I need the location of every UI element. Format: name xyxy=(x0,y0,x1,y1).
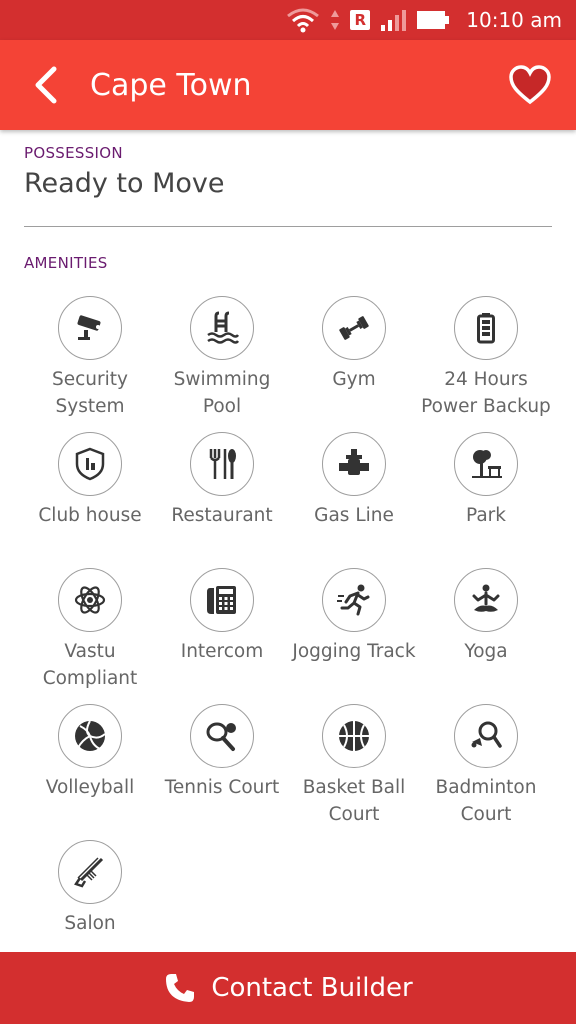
roaming-badge: R xyxy=(350,10,371,30)
amenity-icon-circle xyxy=(58,840,122,904)
cctv-icon xyxy=(77,315,101,340)
amenity-label: Gym xyxy=(332,369,376,390)
basketball-icon xyxy=(339,721,369,751)
amenity-icon-circle xyxy=(190,704,254,768)
amenity-jogging-track[interactable]: Jogging Track xyxy=(288,568,420,665)
amenity-intercom[interactable]: Intercom xyxy=(156,568,288,665)
status-bar: R 10:10 am xyxy=(0,0,576,40)
amenity-icon-circle xyxy=(190,432,254,496)
atom-icon xyxy=(74,586,106,614)
intercom-phone-icon xyxy=(207,586,236,614)
possession-value: Ready to Move xyxy=(24,168,225,199)
heart-icon xyxy=(509,65,551,105)
tennis-icon xyxy=(206,722,236,751)
contact-builder-button[interactable]: Contact Builder xyxy=(0,952,576,1024)
amenity-label: Restaurant xyxy=(171,505,273,526)
amenity-restaurant[interactable]: Restaurant xyxy=(156,432,288,529)
back-arrow-icon xyxy=(35,66,57,104)
amenity-volleyball[interactable]: Volleyball xyxy=(24,704,156,801)
amenity-swimming-pool[interactable]: Swimming Pool xyxy=(156,296,288,420)
battery-status-icon xyxy=(416,10,450,30)
amenity-icon-circle xyxy=(322,704,386,768)
back-button[interactable] xyxy=(10,40,80,130)
contact-builder-label: Contact Builder xyxy=(211,973,413,1003)
amenity-badminton-court[interactable]: Badminton Court xyxy=(420,704,552,828)
amenity-salon[interactable]: Salon xyxy=(24,840,156,937)
details-content[interactable]: POSSESSION Ready to Move AMENITIES Secur… xyxy=(0,130,576,952)
amenity-icon-circle xyxy=(322,296,386,360)
amenity-park[interactable]: Park xyxy=(420,432,552,529)
amenity-gym[interactable]: Gym xyxy=(288,296,420,393)
amenity-label: Yoga xyxy=(464,641,508,662)
amenity-label: Volleyball xyxy=(45,777,135,798)
amenities-label: AMENITIES xyxy=(24,254,108,272)
amenity-icon-circle xyxy=(322,568,386,632)
amenity-icon-circle xyxy=(454,432,518,496)
amenity-icon-circle xyxy=(58,568,122,632)
amenity-vastu-compliant[interactable]: Vastu Compliant xyxy=(24,568,156,692)
status-time: 10:10 am xyxy=(466,8,562,32)
amenity-label: Basket Ball Court xyxy=(302,777,406,825)
swimming-pool-icon xyxy=(207,311,240,344)
yoga-icon xyxy=(472,584,500,612)
page-title: Cape Town xyxy=(90,67,252,103)
amenity-icon-circle xyxy=(58,704,122,768)
runner-icon xyxy=(337,584,370,616)
salon-icon xyxy=(74,857,104,888)
fork-knife-icon xyxy=(209,449,236,479)
amenity-label: Club house xyxy=(38,505,142,526)
amenity-icon-circle xyxy=(190,296,254,360)
amenity-label: Jogging Track xyxy=(292,641,416,662)
amenity-icon-circle xyxy=(58,296,122,360)
divider xyxy=(24,226,552,227)
amenity-label: Gas Line xyxy=(314,505,394,526)
amenity-label: Tennis Court xyxy=(164,777,280,798)
amenity-label: Park xyxy=(466,505,506,526)
amenity-icon-circle xyxy=(454,568,518,632)
amenity-power-backup[interactable]: 24 Hours Power Backup xyxy=(420,296,552,420)
amenity-label: Vastu Compliant xyxy=(42,641,138,689)
possession-label: POSSESSION xyxy=(24,144,123,162)
amenity-label: Badminton Court xyxy=(435,777,537,825)
amenity-label: Intercom xyxy=(180,641,264,662)
dumbbell-icon xyxy=(339,316,369,340)
amenity-icon-circle xyxy=(322,432,386,496)
app-bar: Cape Town xyxy=(0,40,576,130)
phone-icon xyxy=(166,974,195,1002)
amenity-tennis-court[interactable]: Tennis Court xyxy=(156,704,288,801)
amenity-icon-circle xyxy=(58,432,122,496)
amenity-label: Salon xyxy=(64,913,116,934)
amenity-basketball-court[interactable]: Basket Ball Court xyxy=(288,704,420,828)
park-icon xyxy=(472,450,502,478)
amenity-yoga[interactable]: Yoga xyxy=(420,568,552,665)
volleyball-icon xyxy=(75,720,106,751)
amenity-gas-line[interactable]: Gas Line xyxy=(288,432,420,529)
amenity-club-house[interactable]: Club house xyxy=(24,432,156,529)
battery-icon xyxy=(477,313,495,344)
data-arrows-icon xyxy=(330,9,340,31)
badminton-icon xyxy=(471,721,502,748)
amenity-label: Security System xyxy=(52,369,128,417)
club-house-icon xyxy=(75,447,105,481)
amenity-icon-circle xyxy=(190,568,254,632)
signal-icon xyxy=(380,9,407,31)
gas-line-icon xyxy=(339,449,369,475)
amenity-icon-circle xyxy=(454,296,518,360)
amenity-label: Swimming Pool xyxy=(173,369,271,417)
amenity-label: 24 Hours Power Backup xyxy=(421,369,551,417)
amenity-icon-circle xyxy=(454,704,518,768)
amenity-security-system[interactable]: Security System xyxy=(24,296,156,420)
wifi-icon xyxy=(286,7,320,33)
favorite-button[interactable] xyxy=(500,55,560,115)
